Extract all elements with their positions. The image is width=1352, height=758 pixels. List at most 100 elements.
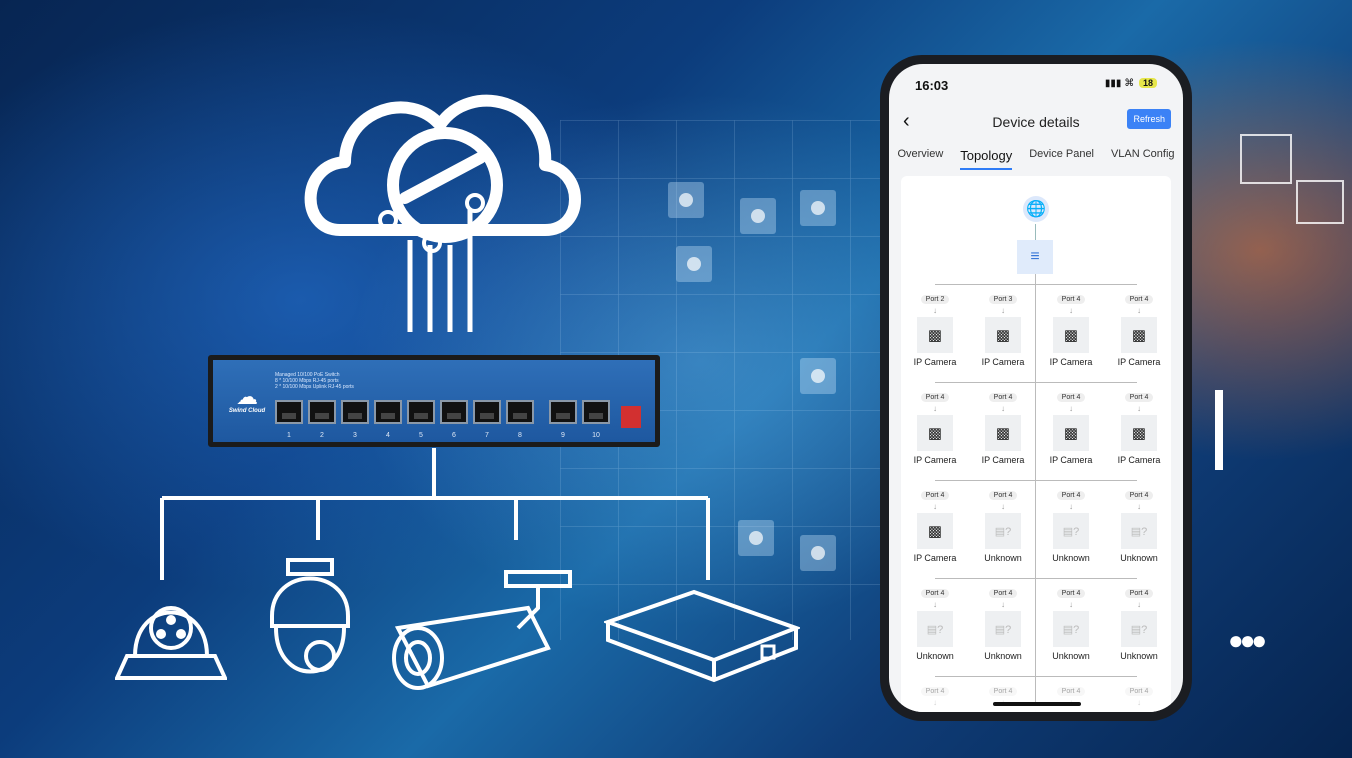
poe-switch: ☁ Swind Cloud Managed 10/100 PoE Switch … [208, 355, 660, 447]
nvr-recorder-icon [604, 589, 800, 683]
arrow-down-icon: ↓ [1137, 698, 1141, 707]
arrow-down-icon: ↓ [1001, 404, 1005, 413]
spec-line: 2 * 10/100 Mbps Uplink RJ-45 ports [275, 384, 354, 390]
rj45-port [473, 400, 501, 424]
ip-camera-icon: ▩ [1053, 317, 1089, 353]
signal-icon: ▮▮▮ [1104, 78, 1122, 89]
ip-camera-icon: ▩ [985, 317, 1021, 353]
port-number: 6 [452, 432, 456, 439]
rj45-port [407, 400, 435, 424]
switch-device-icon[interactable]: ≡ [1017, 240, 1053, 274]
topology-node[interactable]: Port 4 ↓ ▤? Unknown [1039, 582, 1103, 661]
dome-camera-icon [115, 606, 227, 680]
device-name: Unknown [984, 553, 1022, 563]
ip-camera-icon: ▩ [1053, 415, 1089, 451]
port-label: Port 3 [988, 295, 1018, 304]
tab-device-panel[interactable]: Device Panel [1029, 142, 1094, 170]
device-name: IP Camera [913, 357, 957, 367]
ip-camera-icon: ▩ [1121, 317, 1157, 353]
topology-node[interactable]: Port 4 ↓ ▤? Unknown [1107, 582, 1171, 661]
user-node-icon [668, 182, 704, 218]
topology-node[interactable]: Port 4 ↓ ▤? Unknown [971, 582, 1035, 661]
port-number: 9 [561, 432, 565, 439]
rj45-port [374, 400, 402, 424]
arrow-down-icon: ↓ [1001, 600, 1005, 609]
topology-node[interactable]: Port 4 ↓ ▩ IP Camera [971, 386, 1035, 465]
topology-node[interactable]: Port 4 ↓ ▤? Unknown [971, 484, 1035, 563]
port-label: Port 4 [988, 491, 1018, 500]
unknown-device-icon: ▤? [1121, 611, 1157, 647]
port-number: 3 [353, 432, 357, 439]
port-label: Port 4 [1124, 491, 1154, 500]
smartphone: 16:03 ▮▮▮ ⌘ 18 ‹ Device details Refresh … [880, 55, 1192, 721]
frame-decoration [1296, 180, 1344, 224]
bullet-camera-icon [392, 570, 572, 690]
tree-connector [935, 578, 1137, 579]
device-name: IP Camera [913, 553, 957, 563]
rj45-port [549, 400, 577, 424]
home-indicator [993, 702, 1081, 706]
port-label: Port 4 [920, 687, 950, 696]
arrow-down-icon: ↓ [1069, 600, 1073, 609]
device-name: Unknown [1052, 651, 1090, 661]
topology-node[interactable]: Port 4 ↓ ▩ IP Camera [1039, 386, 1103, 465]
connector-line [1035, 224, 1036, 240]
topology-node[interactable]: Port 4 ↓ ▤? Unknown [903, 582, 967, 661]
tree-trunk [1035, 274, 1036, 704]
topology-node[interactable]: Port 4 ↓ ▤? Unknown [1039, 484, 1103, 563]
port-label: Port 4 [1124, 393, 1154, 402]
arrow-down-icon: ↓ [1069, 502, 1073, 511]
port-label: Port 4 [1124, 687, 1154, 696]
rj45-port [440, 400, 468, 424]
unknown-device-icon: ▤? [917, 611, 953, 647]
device-name: Unknown [1120, 553, 1158, 563]
device-name: Unknown [1052, 553, 1090, 563]
unknown-device-icon: ▤? [1053, 611, 1089, 647]
unknown-device-icon: ▤? [985, 513, 1021, 549]
switch-logo: ☁ Swind Cloud [227, 384, 267, 415]
port-number: 5 [419, 432, 423, 439]
topology-node[interactable]: Port 4 ↓ ▩ IP Camera [1107, 386, 1171, 465]
device-name: IP Camera [1049, 357, 1093, 367]
device-name: IP Camera [981, 357, 1025, 367]
topology-node[interactable]: Port 2 ↓ ▩ IP Camera [903, 288, 967, 367]
tree-connector [935, 284, 1137, 285]
cloud-brand-icon: ☁ [236, 384, 258, 409]
tab-overview[interactable]: Overview [897, 142, 943, 170]
globe-icon[interactable]: 🌐 [1023, 196, 1049, 222]
port-label: Port 4 [1056, 589, 1086, 598]
topology-node[interactable]: Port 4 ↓ [1107, 680, 1171, 707]
topology-node[interactable]: Port 4 ↓ ▩ IP Camera [903, 386, 967, 465]
nav-bar: ‹ Device details Refresh [889, 108, 1183, 138]
device-name: IP Camera [1117, 455, 1161, 465]
wifi-icon: ⌘ [1124, 78, 1135, 89]
port-label: Port 4 [1056, 687, 1086, 696]
unknown-device-icon: ▤? [985, 611, 1021, 647]
user-node-icon [740, 198, 776, 234]
port-number: 8 [518, 432, 522, 439]
arrow-down-icon: ↓ [1137, 502, 1141, 511]
device-name: Unknown [984, 651, 1022, 661]
frame-decoration [1240, 134, 1292, 184]
topology-node[interactable]: Port 4 ↓ ▤? Unknown [1107, 484, 1171, 563]
topology-node[interactable]: Port 3 ↓ ▩ IP Camera [971, 288, 1035, 367]
topology-node[interactable]: Port 4 ↓ [903, 680, 967, 707]
rj45-port [308, 400, 336, 424]
topology-node[interactable]: Port 4 ↓ ▩ IP Camera [1039, 288, 1103, 367]
tab-vlan-config[interactable]: VLAN Config [1111, 142, 1175, 170]
arrow-down-icon: ↓ [1069, 306, 1073, 315]
port-number: 10 [592, 432, 600, 439]
topology-node[interactable]: Port 4 ↓ ▩ IP Camera [903, 484, 967, 563]
tab-topology[interactable]: Topology [960, 142, 1013, 170]
port-number: 2 [320, 432, 324, 439]
port-label: Port 4 [920, 589, 950, 598]
arrow-down-icon: ↓ [933, 306, 937, 315]
refresh-button[interactable]: Refresh [1127, 109, 1171, 129]
ip-camera-icon: ▩ [917, 317, 953, 353]
unknown-device-icon: ▤? [1121, 513, 1157, 549]
topology-node[interactable]: Port 4 ↓ ▩ IP Camera [1107, 288, 1171, 367]
device-name: Unknown [916, 651, 954, 661]
user-node-icon [676, 246, 712, 282]
battery-icon: 18 [1138, 78, 1157, 88]
arrow-down-icon: ↓ [1001, 502, 1005, 511]
